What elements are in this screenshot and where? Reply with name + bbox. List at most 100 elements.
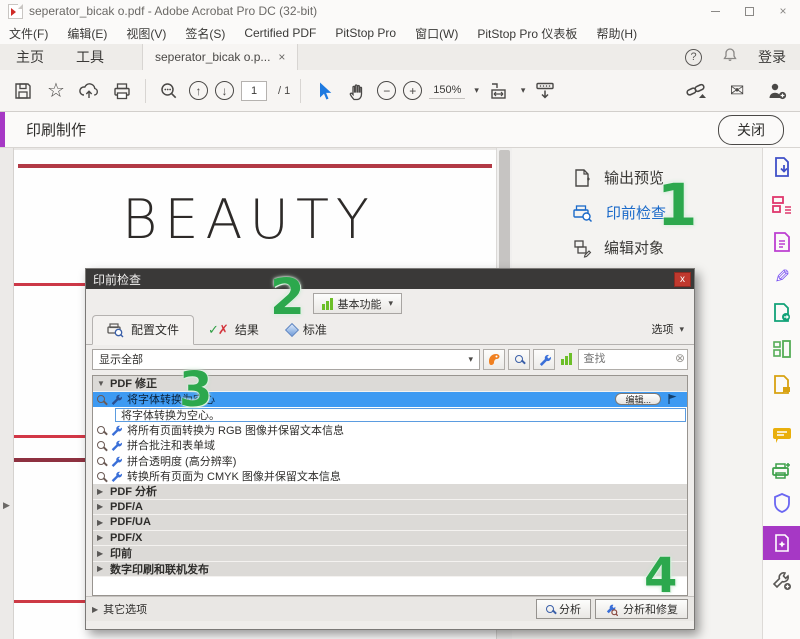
edit-pdf-icon[interactable]	[771, 231, 793, 253]
tab-results[interactable]: ✓✗ 结果	[194, 316, 273, 344]
triangle-right-icon[interactable]: ▶	[97, 487, 105, 496]
menu-sign[interactable]: 签名(S)	[185, 25, 225, 42]
list-item-row[interactable]: 拼合透明度 (高分辨率)	[93, 453, 687, 469]
fixup-filter-button[interactable]	[533, 349, 555, 370]
tab-home[interactable]: 主页	[0, 44, 60, 70]
help-icon[interactable]: ?	[685, 49, 702, 66]
menu-help[interactable]: 帮助(H)	[596, 25, 637, 42]
menu-file[interactable]: 文件(F)	[9, 25, 48, 42]
email-icon[interactable]: ✉	[724, 78, 750, 104]
list-group-row[interactable]: ▶ PDF 分析	[93, 484, 687, 500]
print-icon[interactable]	[109, 78, 135, 104]
close-print-production-button[interactable]: 关闭	[718, 115, 784, 145]
triangle-right-icon[interactable]: ▶	[97, 564, 105, 573]
combine-files-icon[interactable]	[771, 338, 793, 360]
fit-width-icon[interactable]	[486, 78, 512, 104]
list-group-row[interactable]: ▶ 数字印刷和联机发布	[93, 562, 687, 578]
add-tools-icon[interactable]	[771, 570, 793, 592]
edit-button[interactable]: 编辑...	[615, 393, 661, 405]
menu-view[interactable]: 视图(V)	[126, 25, 166, 42]
triangle-right-icon[interactable]: ▶	[97, 518, 105, 527]
triangle-right-icon[interactable]: ▶	[97, 533, 105, 542]
export-pdf-icon[interactable]	[771, 156, 793, 178]
panel-item-preflight[interactable]: 印前检查	[512, 195, 762, 230]
list-group-row[interactable]: ▶ PDF/A	[93, 500, 687, 516]
zoom-level-value[interactable]: 150%	[429, 82, 465, 99]
share-link-icon[interactable]	[684, 78, 710, 104]
list-item-row[interactable]: 将所有页面转换为 RGB 图像并保留文本信息	[93, 422, 687, 438]
menu-edit[interactable]: 编辑(E)	[67, 25, 107, 42]
send-review-icon[interactable]	[771, 302, 793, 324]
list-group-row[interactable]: ▶ PDF/X	[93, 531, 687, 547]
tab-document[interactable]: seperator_bicak o.p... ×	[142, 44, 298, 70]
print-production-title: 印刷制作	[26, 119, 86, 140]
dialog-close-icon[interactable]: x	[674, 272, 691, 287]
chevron-down-icon: ▾	[468, 354, 473, 365]
favorite-star-icon[interactable]: ☆	[43, 78, 69, 104]
list-item-row[interactable]: 拼合批注和表单域	[93, 438, 687, 454]
tab-close-icon[interactable]: ×	[278, 50, 285, 64]
show-all-dropdown[interactable]: 显示全部 ▾	[92, 349, 480, 370]
analyze-label: 分析	[559, 601, 581, 617]
tab-tools[interactable]: 工具	[60, 44, 120, 70]
organize-pages-icon[interactable]	[771, 194, 793, 216]
menu-window[interactable]: 窗口(W)	[415, 25, 458, 42]
annotation-digit-4: 4	[644, 552, 677, 600]
dialog-title-bar[interactable]: 印前检查 x	[86, 269, 694, 289]
share-cloud-icon[interactable]	[76, 78, 102, 104]
left-pane-strip[interactable]: ▶	[0, 148, 14, 639]
request-signatures-icon[interactable]	[771, 374, 793, 396]
sign-in-link[interactable]: 登录	[758, 47, 786, 67]
group-label: PDF 修正	[110, 375, 157, 391]
toolbar-separator	[145, 79, 146, 103]
zoom-out-icon[interactable]: −	[377, 81, 396, 100]
search-input[interactable]	[578, 349, 689, 370]
menu-pitstop-pro[interactable]: PitStop Pro	[335, 26, 396, 40]
options-dropdown[interactable]: 选项 ▾	[651, 321, 694, 344]
triangle-right-icon[interactable]: ▶	[97, 549, 105, 558]
hand-tool-icon[interactable]	[344, 78, 370, 104]
panel-item-output-preview[interactable]: 输出预览	[512, 160, 762, 195]
zoom-caret-icon[interactable]: ▾	[474, 85, 479, 96]
collapse-toolbar-icon[interactable]	[532, 78, 558, 104]
pitstop-filter-button[interactable]	[483, 349, 505, 370]
library-dropdown-label: 基本功能	[338, 296, 382, 312]
search-icon[interactable]	[156, 78, 182, 104]
panel-item-edit-object[interactable]: 编辑对象	[512, 230, 762, 265]
search-field[interactable]: ⊗	[578, 349, 689, 370]
menu-certified-pdf[interactable]: Certified PDF	[244, 26, 316, 40]
triangle-right-icon[interactable]: ▶	[97, 502, 105, 511]
close-button[interactable]: ×	[766, 0, 800, 22]
active-tool-tile[interactable]	[763, 526, 800, 560]
menu-pitstop-dashboard[interactable]: PitStop Pro 仪表板	[477, 25, 577, 42]
maximize-button[interactable]	[732, 0, 766, 22]
save-icon[interactable]	[10, 78, 36, 104]
item-label: 拼合透明度 (高分辨率)	[127, 453, 236, 469]
select-tool-icon[interactable]	[311, 78, 337, 104]
list-group-row[interactable]: ▶ PDF/UA	[93, 515, 687, 531]
fit-caret-icon[interactable]: ▾	[521, 85, 526, 96]
other-options-toggle[interactable]: ▶ 其它选项	[92, 601, 147, 617]
library-bars-icon[interactable]	[561, 353, 572, 365]
magnifier-icon	[515, 355, 523, 363]
zoom-in-icon[interactable]: +	[403, 81, 422, 100]
page-number-input[interactable]	[241, 81, 267, 101]
minimize-button[interactable]	[698, 0, 732, 22]
analyze-button[interactable]: 分析	[536, 599, 591, 619]
next-page-icon[interactable]: ↓	[215, 81, 234, 100]
bell-icon[interactable]	[722, 47, 738, 68]
comment-icon[interactable]	[771, 424, 793, 446]
list-group-row[interactable]: ▶ 印前	[93, 546, 687, 562]
search-profiles-button[interactable]	[508, 349, 530, 370]
clear-search-icon[interactable]: ⊗	[675, 352, 685, 364]
print-production-icon[interactable]	[771, 460, 793, 482]
protect-shield-icon[interactable]	[771, 492, 793, 514]
list-item-row[interactable]: 转换所有页面为 CMYK 图像并保留文本信息	[93, 469, 687, 485]
library-dropdown-button[interactable]: 基本功能 ▾	[313, 293, 402, 314]
expand-pane-icon[interactable]: ▶	[3, 500, 10, 511]
triangle-down-icon[interactable]: ▼	[97, 379, 105, 388]
previous-page-icon[interactable]: ↑	[189, 81, 208, 100]
fill-sign-icon[interactable]: ✎	[771, 266, 793, 288]
tab-profiles[interactable]: 配置文件	[92, 315, 194, 345]
add-person-icon[interactable]	[764, 78, 790, 104]
